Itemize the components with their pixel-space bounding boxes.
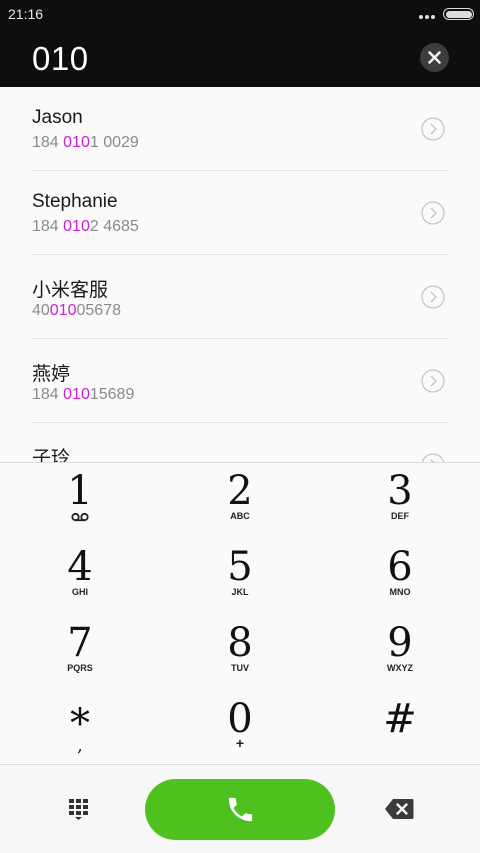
key-digit: 6 <box>387 544 413 590</box>
clear-button[interactable] <box>420 43 449 72</box>
contact-name: Jason <box>32 107 83 128</box>
contact-number: 184 0102 4685 <box>32 218 139 235</box>
dialer-actions <box>0 764 480 853</box>
contact-number: 4001005678 <box>32 302 121 319</box>
key-digit: 3 <box>387 468 413 514</box>
contact-row[interactable]: Jason 184 0101 0029 <box>32 87 448 171</box>
close-icon <box>428 51 441 64</box>
key-letters: GHI <box>71 587 88 597</box>
voicemail-icon <box>0 509 160 527</box>
contact-name: 燕婷 <box>32 364 71 385</box>
key-letters: JKL <box>231 587 249 597</box>
contact-number: 184 01015689 <box>32 386 135 403</box>
status-time: 21:16 <box>8 6 44 22</box>
call-button[interactable] <box>145 779 335 840</box>
chevron-right-icon[interactable] <box>421 285 445 309</box>
key-letters: , <box>77 735 83 756</box>
backspace-icon[interactable] <box>384 798 414 820</box>
key-hash[interactable]: # <box>320 691 480 767</box>
contact-name: Stephanie <box>32 191 118 212</box>
key-letters: MNO <box>389 587 411 597</box>
key-letters: TUV <box>231 663 249 673</box>
key-8[interactable]: 8 TUV <box>160 615 320 691</box>
key-digit: 8 <box>227 620 253 666</box>
phone-icon <box>228 797 253 822</box>
key-9[interactable]: 9 WXYZ <box>320 615 480 691</box>
contact-name: 子玲 <box>32 448 71 462</box>
key-4[interactable]: 4 GHI <box>0 539 160 615</box>
key-digit: 7 <box>67 620 93 666</box>
key-2[interactable]: 2 ABC <box>160 463 320 539</box>
key-letters: ABC <box>230 511 250 521</box>
contact-row[interactable]: 子玲 <box>32 423 448 462</box>
contact-name: 小米客服 <box>32 280 109 301</box>
dial-pad: 1 2 ABC 3 DEF 4 GHI 5 JKL 6 MNO 7 PQRS 8… <box>0 462 480 764</box>
contact-results[interactable]: Jason 184 0101 0029 Stephanie 184 0102 4… <box>0 87 480 462</box>
key-digit: 4 <box>67 544 93 590</box>
contact-row[interactable]: Stephanie 184 0102 4685 <box>32 171 448 255</box>
chevron-right-icon[interactable] <box>421 117 445 141</box>
keypad-icon[interactable] <box>68 797 92 821</box>
key-digit: 5 <box>227 544 253 590</box>
key-0[interactable]: 0 + <box>160 691 320 767</box>
key-star[interactable]: * , <box>0 691 160 767</box>
key-letters: PQRS <box>67 663 93 673</box>
key-digit: 9 <box>387 620 413 666</box>
key-7[interactable]: 7 PQRS <box>0 615 160 691</box>
key-digit: # <box>383 696 417 742</box>
key-digit: 1 <box>67 468 93 514</box>
contact-row[interactable]: 燕婷 184 01015689 <box>32 339 448 423</box>
key-5[interactable]: 5 JKL <box>160 539 320 615</box>
dialer-header: 21:16 010 <box>0 0 480 87</box>
contact-number: 184 0101 0029 <box>32 134 139 151</box>
key-digit: 2 <box>227 468 253 514</box>
chevron-right-icon[interactable] <box>421 201 445 225</box>
key-letters: WXYZ <box>387 663 413 673</box>
key-letters: + <box>235 735 245 751</box>
key-3[interactable]: 3 DEF <box>320 463 480 539</box>
battery-icon <box>443 8 474 20</box>
chevron-right-icon[interactable] <box>421 453 445 462</box>
contact-row[interactable]: 小米客服 4001005678 <box>32 255 448 339</box>
dialed-number[interactable]: 010 <box>32 40 89 78</box>
key-6[interactable]: 6 MNO <box>320 539 480 615</box>
key-1[interactable]: 1 <box>0 463 160 539</box>
more-icon <box>419 15 435 19</box>
chevron-right-icon[interactable] <box>421 369 445 393</box>
key-letters: DEF <box>391 511 409 521</box>
